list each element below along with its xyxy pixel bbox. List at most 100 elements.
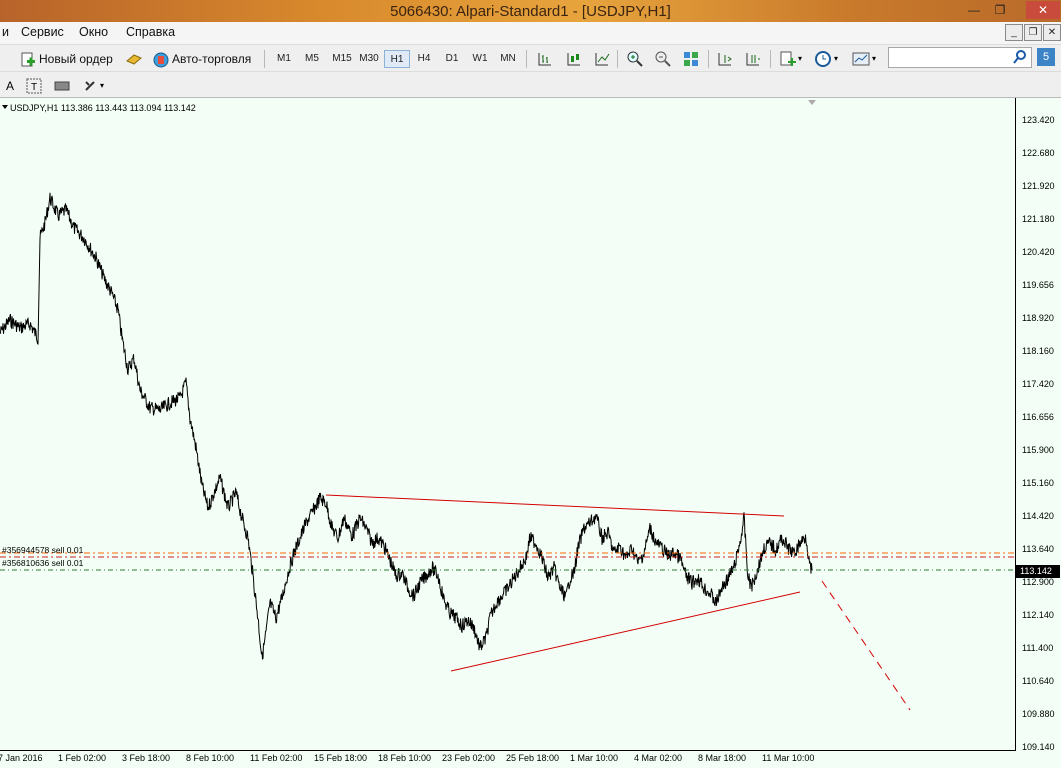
time-tick: 23 Feb 02:00 [442, 753, 496, 763]
bar-chart-icon[interactable] [535, 49, 555, 69]
toolbar-separator [708, 50, 709, 68]
auto-trading-icon [153, 52, 169, 68]
price-tick: 109.140 [1022, 742, 1055, 752]
projection-trendline [821, 580, 911, 711]
timeframe-d1[interactable]: D1 [439, 50, 465, 68]
price-tick: 118.920 [1022, 313, 1054, 323]
time-tick: 8 Mar 18:00 [698, 753, 747, 763]
price-tick: 119.656 [1022, 280, 1054, 290]
time-tick: 11 Mar 10:00 [762, 753, 815, 763]
periods-clock-icon[interactable] [813, 49, 833, 69]
title-bar: 5066430: Alpari-Standard1 - [USDJPY,H1] … [0, 0, 1061, 22]
timeframe-h1[interactable]: H1 [384, 50, 410, 68]
menu-bar: и Сервис Окно Справка [0, 22, 1061, 44]
toolbar-separator [770, 50, 771, 68]
new-order-button[interactable]: Новый ордер [20, 48, 113, 70]
templates-icon[interactable] [851, 49, 871, 69]
price-line [0, 192, 813, 660]
toolbar-separator [264, 50, 265, 68]
auto-trading-label: Авто-торговля [172, 52, 252, 66]
search-icon[interactable] [1012, 49, 1028, 65]
svg-text:T: T [31, 82, 37, 93]
price-tick: 115.900 [1022, 445, 1054, 455]
gold-icon[interactable] [124, 49, 144, 69]
new-order-label: Новый ордер [39, 52, 113, 66]
price-tick: 120.420 [1022, 247, 1055, 257]
time-tick: 7 Jan 2016 [0, 753, 43, 763]
timeframe-m5[interactable]: M5 [299, 50, 325, 68]
price-chart[interactable]: USDJPY,H1 113.386 113.443 113.094 113.14… [0, 98, 1061, 768]
menu-view[interactable]: и [2, 25, 9, 39]
menu-window[interactable]: Окно [79, 25, 108, 39]
timeframe-m30[interactable]: M30 [357, 50, 381, 68]
price-tick: 118.160 [1022, 346, 1054, 356]
toolbar-separator [617, 50, 618, 68]
time-tick: 1 Mar 10:00 [570, 753, 619, 763]
restore-button[interactable]: ❐ [988, 1, 1012, 19]
text-label-icon[interactable]: T [24, 76, 44, 96]
menu-service[interactable]: Сервис [21, 25, 64, 39]
candlestick-icon[interactable] [564, 49, 584, 69]
mdi-restore-button[interactable]: ❐ [1024, 24, 1042, 41]
timeframe-mn[interactable]: MN [495, 50, 521, 68]
price-tick: 112.900 [1022, 577, 1054, 587]
price-tick: 117.420 [1022, 379, 1054, 389]
time-tick: 3 Feb 18:00 [122, 753, 171, 763]
chevron-down-icon[interactable]: ▾ [100, 76, 108, 96]
time-tick: 11 Feb 02:00 [250, 753, 303, 763]
indicators-icon[interactable] [778, 49, 798, 69]
zoom-in-icon[interactable] [625, 49, 645, 69]
time-tick: 4 Mar 02:00 [634, 753, 683, 763]
chevron-down-icon[interactable]: ▾ [834, 49, 842, 69]
price-tick: 123.420 [1022, 115, 1055, 125]
price-tick: 115.160 [1022, 478, 1054, 488]
arrows-icon[interactable] [82, 76, 102, 96]
time-tick: 25 Feb 18:00 [506, 753, 560, 763]
search-input[interactable] [888, 47, 1032, 68]
order-label[interactable]: #356944578 sell 0.01 [2, 545, 83, 555]
price-tick: 121.180 [1022, 214, 1055, 224]
time-axis [0, 750, 1016, 751]
chart-canvas[interactable] [0, 98, 1061, 768]
chart-shift-marker [808, 100, 816, 105]
line-chart-icon[interactable] [592, 49, 612, 69]
zoom-out-icon[interactable] [653, 49, 673, 69]
price-tick: 122.680 [1022, 148, 1055, 158]
price-tick: 112.140 [1022, 610, 1054, 620]
autoscroll-icon[interactable] [743, 49, 763, 69]
price-tick: 111.400 [1022, 643, 1054, 653]
toolbar-separator [526, 50, 527, 68]
chart-shift-icon[interactable] [715, 49, 735, 69]
chevron-down-icon[interactable]: ▾ [872, 49, 880, 69]
tile-windows-icon[interactable] [681, 49, 701, 69]
current-price-label: 113.142 [1016, 565, 1060, 578]
timeframe-w1[interactable]: W1 [467, 50, 493, 68]
notification-badge[interactable]: 5 [1037, 48, 1055, 66]
time-tick: 8 Feb 10:00 [186, 753, 235, 763]
mdi-close-button[interactable]: ✕ [1043, 24, 1061, 41]
resistance-trendline [325, 494, 785, 517]
timeframe-m15[interactable]: M15 [327, 50, 357, 68]
price-tick: 110.640 [1022, 676, 1054, 686]
auto-trading-button[interactable]: Авто-торговля [153, 48, 251, 70]
time-tick: 18 Feb 10:00 [378, 753, 432, 763]
close-button[interactable]: ✕ [1026, 1, 1060, 19]
timeframe-h4[interactable]: H4 [411, 50, 437, 68]
drawing-toolbar: A T ▾ [0, 72, 1061, 98]
time-tick: 15 Feb 18:00 [314, 753, 368, 763]
rectangle-label-icon[interactable] [52, 76, 72, 96]
time-tick: 1 Feb 02:00 [58, 753, 107, 763]
chevron-down-icon[interactable] [2, 105, 8, 109]
timeframe-m1[interactable]: M1 [271, 50, 297, 68]
chevron-down-icon[interactable]: ▾ [798, 49, 806, 69]
order-label[interactable]: #356810636 sell 0.01 [2, 558, 83, 568]
window-title: 5066430: Alpari-Standard1 - [USDJPY,H1] [390, 3, 671, 20]
chart-header: USDJPY,H1 113.386 113.443 113.094 113.14… [10, 103, 196, 113]
support-trendline [450, 591, 801, 672]
menu-help[interactable]: Справка [126, 25, 175, 39]
price-tick: 114.420 [1022, 511, 1054, 521]
mdi-minimize-button[interactable]: _ [1005, 24, 1023, 41]
minimize-button[interactable]: — [962, 1, 986, 19]
price-tick: 116.656 [1022, 412, 1054, 422]
text-a-icon[interactable]: A [0, 76, 20, 96]
